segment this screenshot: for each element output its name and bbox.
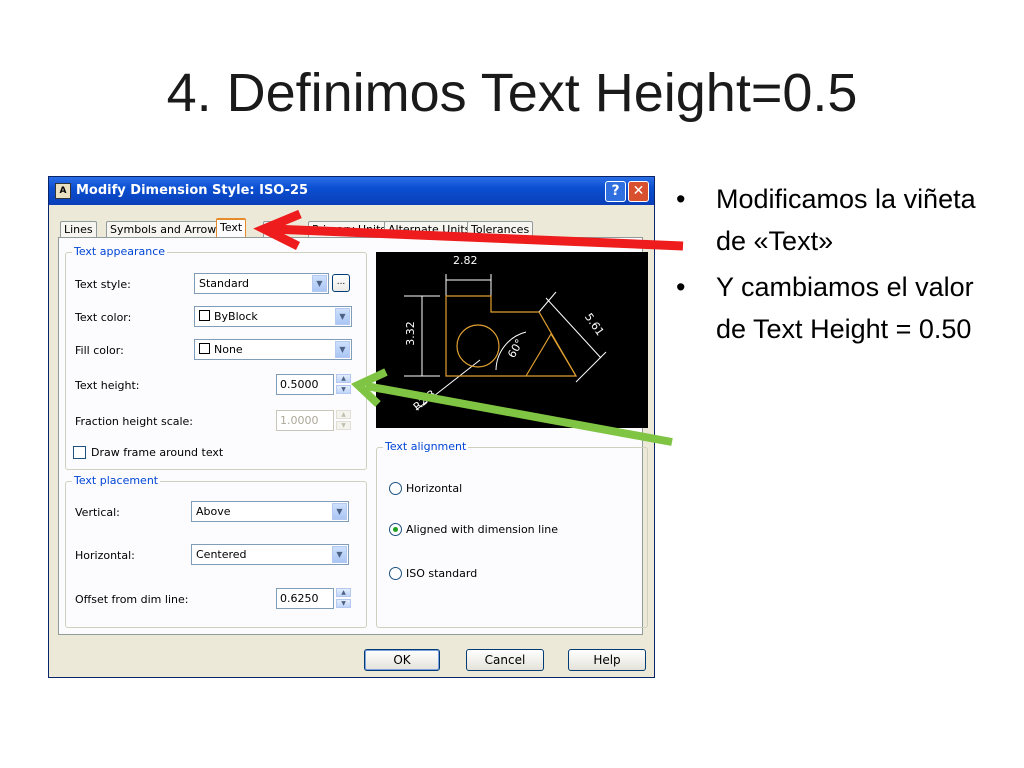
tab-symbols-and-arrows[interactable]: Symbols and Arrows <box>106 221 226 238</box>
spin-up-icon[interactable]: ▲ <box>336 374 351 383</box>
preview-label-left: 3.32 <box>403 321 417 346</box>
chevron-down-icon[interactable]: ▼ <box>312 275 327 292</box>
tab-fit[interactable]: Fit <box>263 221 284 238</box>
fraction-height-spinner: ▲ ▼ <box>336 410 351 431</box>
chevron-down-icon[interactable]: ▼ <box>335 308 350 325</box>
vertical-select[interactable]: Above ▼ <box>191 501 349 522</box>
fraction-height-label: Fraction height scale: <box>75 415 194 428</box>
text-height-spinner[interactable]: ▲ ▼ <box>336 374 351 395</box>
tab-primary-units[interactable]: Primary Units <box>308 221 391 238</box>
modify-dimension-style-dialog: A Modify Dimension Style: ISO-25 ? ✕ Lin… <box>48 176 655 678</box>
fill-color-select[interactable]: None ▼ <box>194 339 352 360</box>
spin-down-icon: ▼ <box>336 421 351 430</box>
fraction-height-input: 1.0000 <box>276 410 334 431</box>
bullet-dot: • <box>676 272 686 302</box>
radio-iso[interactable] <box>389 567 402 580</box>
close-icon[interactable]: ✕ <box>628 181 649 202</box>
vertical-label: Vertical: <box>75 506 120 519</box>
text-placement-legend: Text placement <box>72 474 161 487</box>
help-button[interactable]: Help <box>568 649 646 671</box>
bullet-item: • Modificamos la viñeta de «Text» <box>676 178 976 262</box>
bullet-list: • Modificamos la viñeta de «Text» • Y camb… <box>676 178 976 354</box>
tab-alternate-units[interactable]: Alternate Units <box>384 221 475 238</box>
text-alignment-group: Text alignment Horizontal Aligned with d… <box>376 440 648 628</box>
offset-input[interactable]: 0.6250 <box>276 588 334 609</box>
fill-color-value: None <box>214 343 243 356</box>
text-color-select[interactable]: ByBlock ▼ <box>194 306 352 327</box>
vertical-value: Above <box>196 505 231 518</box>
text-style-label: Text style: <box>75 278 131 291</box>
draw-frame-checkbox[interactable] <box>73 446 86 459</box>
cancel-button[interactable]: Cancel <box>466 649 544 671</box>
radio-horizontal-label[interactable]: Horizontal <box>406 482 462 495</box>
offset-label: Offset from dim line: <box>75 593 189 606</box>
tab-text[interactable]: Text <box>216 218 247 239</box>
horizontal-value: Centered <box>196 548 247 561</box>
text-color-label: Text color: <box>75 311 132 324</box>
bullet-dot: • <box>676 184 686 214</box>
color-swatch <box>199 343 210 354</box>
text-appearance-legend: Text appearance <box>72 245 168 258</box>
horizontal-select[interactable]: Centered ▼ <box>191 544 349 565</box>
ok-button[interactable]: OK <box>364 649 440 671</box>
spin-down-icon[interactable]: ▼ <box>336 385 351 394</box>
preview-pane: 2.82 3.32 5.61 60° R2.3 <box>376 252 648 428</box>
app-icon: A <box>55 183 71 199</box>
radio-horizontal[interactable] <box>389 482 402 495</box>
tab-tolerances[interactable]: Tolerances <box>467 221 534 238</box>
offset-spinner[interactable]: ▲ ▼ <box>336 588 351 609</box>
text-appearance-group: Text appearance Text style: Standard ▼ .… <box>65 245 367 470</box>
radio-aligned[interactable] <box>389 523 402 536</box>
text-height-input[interactable]: 0.5000 <box>276 374 334 395</box>
text-height-label: Text height: <box>75 379 140 392</box>
spin-down-icon[interactable]: ▼ <box>336 599 351 608</box>
text-color-value: ByBlock <box>214 310 258 323</box>
text-style-browse-button[interactable]: ... <box>332 274 350 292</box>
text-style-value: Standard <box>199 277 250 290</box>
radio-aligned-label[interactable]: Aligned with dimension line <box>406 523 558 536</box>
help-icon[interactable]: ? <box>605 181 626 202</box>
spin-up-icon: ▲ <box>336 410 351 419</box>
slide-title: 4. Definimos Text Height=0.5 <box>166 63 858 123</box>
bullet-item: • Y cambiamos el valor de Text Height = 0… <box>676 266 976 350</box>
horizontal-label: Horizontal: <box>75 549 135 562</box>
text-alignment-legend: Text alignment <box>383 440 469 453</box>
bullet-text: Y cambiamos el valor de Text Height = 0.… <box>716 272 974 344</box>
draw-frame-label[interactable]: Draw frame around text <box>91 446 223 459</box>
color-swatch <box>199 310 210 321</box>
chevron-down-icon[interactable]: ▼ <box>332 503 347 520</box>
radio-iso-label[interactable]: ISO standard <box>406 567 477 580</box>
tab-lines[interactable]: Lines <box>60 221 97 238</box>
spin-up-icon[interactable]: ▲ <box>336 588 351 597</box>
dialog-title: Modify Dimension Style: ISO-25 <box>76 183 309 198</box>
chevron-down-icon[interactable]: ▼ <box>332 546 347 563</box>
dialog-titlebar[interactable]: A Modify Dimension Style: ISO-25 ? ✕ <box>49 177 654 205</box>
preview-label-top: 2.82 <box>453 254 478 267</box>
tab-panel: Text appearance Text style: Standard ▼ .… <box>58 237 648 635</box>
fill-color-label: Fill color: <box>75 344 124 357</box>
text-style-select[interactable]: Standard ▼ <box>194 273 329 294</box>
text-placement-group: Text placement Vertical: Above ▼ Horizon… <box>65 474 367 628</box>
bullet-text: Modificamos la viñeta de «Text» <box>716 184 976 256</box>
chevron-down-icon[interactable]: ▼ <box>335 341 350 358</box>
